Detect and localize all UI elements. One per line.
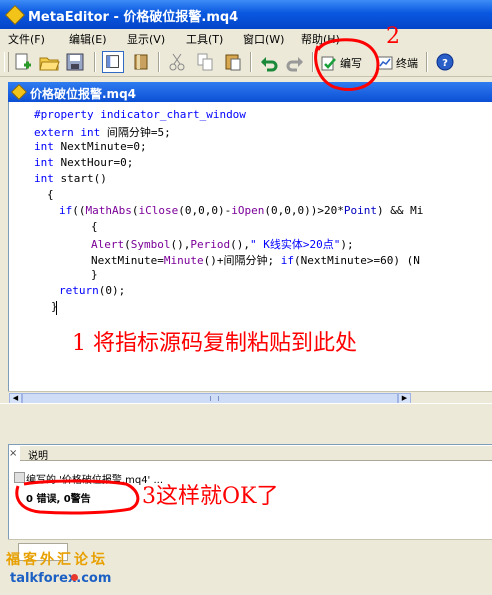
annotation-step-3: 3这样就OK了	[142, 484, 279, 509]
help-icon[interactable]: ?	[434, 51, 456, 73]
terminal-button-label: 终端	[396, 56, 418, 70]
menu-view[interactable]: 显示(V)	[127, 31, 165, 47]
cut-icon[interactable]	[166, 51, 188, 73]
menu-bar: 文件(F) 编辑(E) 显示(V) 工具(T) 窗口(W) 帮助(H)	[0, 29, 492, 48]
menu-window[interactable]: 窗口(W)	[243, 31, 284, 47]
code-line-1: #property indicator_chart_window	[34, 108, 246, 121]
description-column-label: 说明	[28, 451, 48, 462]
navigator-icon[interactable]	[102, 51, 124, 73]
undo-icon[interactable]	[258, 51, 280, 73]
svg-text:?: ?	[442, 58, 448, 69]
toolbar-separator	[94, 52, 96, 72]
editor-window-title-bar[interactable]: 价格破位报警.mq4	[8, 82, 492, 102]
mq4-file-icon	[11, 84, 27, 100]
scrollbar-grip	[210, 396, 219, 401]
code-line-2: extern int 间隔分钟=5;	[34, 126, 171, 139]
terminal-icon	[377, 56, 393, 69]
text-cursor	[56, 301, 57, 315]
code-line-10: NextMinute=Minute()+间隔分钟; if(NextMinute>…	[91, 254, 420, 267]
close-icon[interactable]: ×	[9, 448, 17, 459]
menu-file[interactable]: 文件(F)	[8, 31, 45, 47]
new-file-icon[interactable]	[12, 51, 34, 73]
watermark-site-url: talkforex.com	[10, 571, 112, 586]
compile-button-label: 编写	[340, 56, 362, 70]
toolbar: 编写 终端 ?	[0, 47, 492, 77]
open-folder-icon[interactable]	[38, 51, 60, 73]
toolbar-separator	[426, 52, 428, 72]
terminal-button[interactable]: 终端	[376, 52, 418, 73]
menu-edit[interactable]: 编辑(E)	[69, 31, 107, 47]
code-line-11: }	[91, 268, 98, 281]
code-line-7: if((MathAbs(iClose(0,0,0)-iOpen(0,0,0))>…	[59, 204, 424, 217]
toolbar-separator	[312, 52, 314, 72]
toolbar-separator	[158, 52, 160, 72]
code-line-6: {	[47, 188, 54, 201]
code-line-3: int NextMinute=0;	[34, 140, 147, 153]
pane-splitter[interactable]	[0, 403, 492, 445]
toolbox-icon[interactable]	[130, 51, 152, 73]
toolbar-separator	[250, 52, 252, 72]
compile-button[interactable]: 编写	[320, 52, 362, 73]
watermark-forum-name: 福客外汇论坛	[6, 552, 108, 568]
code-line-8: {	[91, 220, 98, 233]
save-icon[interactable]	[64, 51, 86, 73]
annotation-step-2: 2	[386, 24, 400, 49]
redo-icon[interactable]	[284, 51, 306, 73]
copy-icon[interactable]	[194, 51, 216, 73]
output-column-header: 说明	[20, 446, 492, 462]
watermark-dot-icon	[71, 574, 78, 581]
annotation-step-1: 1 将指标源码复制粘贴到此处	[72, 331, 357, 356]
output-line-result: 0 错误, 0警告	[26, 494, 91, 505]
title-bar[interactable]: MetaEditor - 价格破位报警.mq4	[0, 0, 492, 29]
code-line-9: Alert(Symbol(),Period()," K线实体>20点");	[91, 238, 354, 251]
metaeditor-app-icon	[5, 5, 25, 25]
info-row-icon	[14, 472, 25, 483]
menu-tools[interactable]: 工具(T)	[186, 31, 223, 47]
code-line-4: int NextHour=0;	[34, 156, 134, 169]
paste-icon[interactable]	[222, 51, 244, 73]
toolbar-grip	[4, 52, 9, 72]
code-line-5: int start()	[34, 172, 107, 185]
code-line-12: return(0);	[59, 284, 126, 297]
compile-icon	[321, 56, 336, 70]
window-title: MetaEditor - 价格破位报警.mq4	[28, 10, 239, 25]
menu-help[interactable]: 帮助(H)	[301, 31, 340, 47]
editor-document-title: 价格破位报警.mq4	[30, 87, 137, 101]
